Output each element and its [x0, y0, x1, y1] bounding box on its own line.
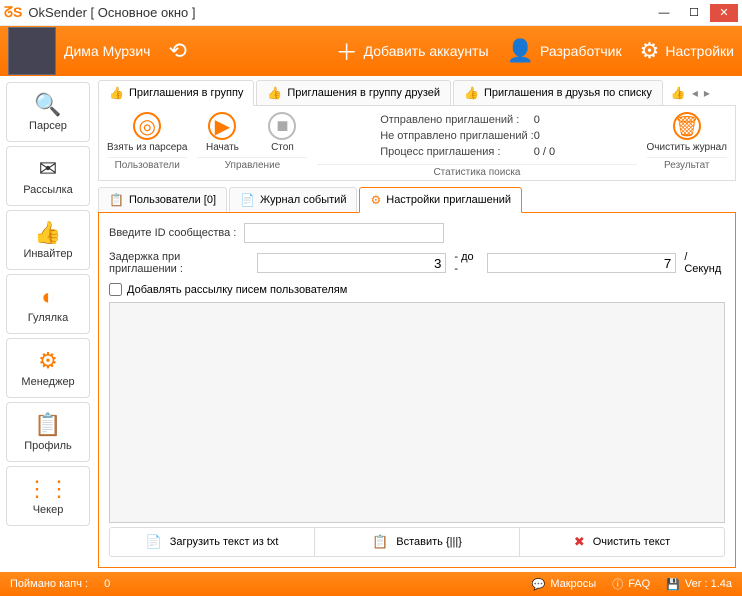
chat-icon: 💬 — [532, 578, 546, 591]
file-icon: 📄 — [146, 534, 162, 550]
start-button[interactable]: ▶ Начать — [197, 112, 247, 153]
delay-label: Задержка при приглашении : — [109, 251, 249, 275]
message-textarea[interactable] — [109, 302, 725, 523]
sidebar-mailing[interactable]: ✉Рассылка — [6, 146, 90, 206]
maximize-button[interactable]: ☐ — [680, 4, 708, 22]
target-icon: ◎ — [133, 112, 161, 140]
tab-group-invites[interactable]: 👍Приглашения в группу — [98, 80, 254, 106]
add-mailing-checkbox[interactable] — [109, 283, 122, 296]
stats-sent-label: Отправлено приглашений : — [380, 114, 534, 126]
thumb-icon: 👍 — [464, 86, 479, 100]
close-button[interactable]: ✕ — [710, 4, 738, 22]
person-icon: 👤 — [507, 38, 534, 64]
clipboard-icon: 📋 — [34, 412, 61, 438]
refresh-button[interactable]: ⟲ — [168, 38, 186, 64]
grid-icon: ⋮⋮ — [26, 476, 70, 502]
sidebar-profile[interactable]: 📋Профиль — [6, 402, 90, 462]
take-from-parser-button[interactable]: ◎ Взять из парсера — [107, 112, 187, 153]
community-id-label: Введите ID сообщества : — [109, 227, 236, 239]
paste-icon: 📋 — [372, 534, 388, 550]
info-icon: ⓘ — [612, 576, 623, 592]
macros-button[interactable]: 💬Макросы — [532, 578, 597, 591]
faq-button[interactable]: ⓘFAQ — [612, 576, 650, 592]
sidebar-manager[interactable]: ⚙Менеджер — [6, 338, 90, 398]
insert-spintax-button[interactable]: 📋Вставить {|||} — [315, 528, 520, 556]
pacman-icon: ◐ — [41, 284, 54, 310]
sidebar-parser[interactable]: 🔍Парсер — [6, 82, 90, 142]
sidebar: 🔍Парсер ✉Рассылка 👍Инвайтер ◐Гулялка ⚙Ме… — [0, 76, 96, 572]
stop-icon: ■ — [268, 112, 296, 140]
top-tabstrip: 👍Приглашения в группу 👍Приглашения в гру… — [98, 80, 736, 106]
trash-icon: 🗑 — [673, 112, 701, 140]
minimize-button[interactable]: — — [650, 4, 678, 22]
tab-scroll-left[interactable]: ◂ — [692, 86, 698, 100]
sliders-icon: ⚙ — [38, 348, 58, 374]
settings-panel: Введите ID сообщества : Задержка при при… — [98, 213, 736, 568]
tab-friend-list-invites[interactable]: 👍Приглашения в друзья по списку — [453, 80, 663, 105]
settings-icon: ⚙ — [370, 193, 381, 207]
clear-text-button[interactable]: ✖Очистить текст — [520, 528, 724, 556]
app-logo: ᘔS — [4, 4, 22, 21]
delay-to-input[interactable] — [487, 253, 676, 273]
subtab-log[interactable]: 📄Журнал событий — [229, 187, 357, 212]
gear-icon: ⚙ — [640, 38, 660, 64]
stats-sent-value: 0 — [534, 114, 574, 126]
play-icon: ▶ — [208, 112, 236, 140]
ribbon: ◎ Взять из парсера Пользователи ▶ Начать… — [98, 106, 736, 181]
window-title: OkSender [ Основное окно ] — [28, 5, 195, 20]
add-mailing-label: Добавлять рассылку писем пользователям — [127, 284, 347, 296]
plus-icon: ＋ — [336, 35, 358, 67]
thumb-icon: 👍 — [109, 86, 124, 100]
tab-scroll-right[interactable]: ▸ — [704, 86, 710, 100]
thumb-icon: 👍 — [671, 86, 686, 100]
sidebar-checker[interactable]: ⋮⋮Чекер — [6, 466, 90, 526]
delay-unit: / Секунд — [684, 251, 725, 275]
settings-button[interactable]: ⚙Настройки — [640, 38, 734, 64]
log-icon: 📄 — [240, 193, 255, 207]
mail-icon: ✉ — [39, 156, 57, 182]
search-icon: 🔍 — [34, 92, 61, 118]
delay-from-input[interactable] — [257, 253, 446, 273]
user-avatar — [8, 27, 56, 75]
captcha-value: 0 — [104, 578, 110, 590]
clear-log-button[interactable]: 🗑 Очистить журнал — [647, 112, 727, 153]
subtab-users[interactable]: 📋Пользователи [0] — [98, 187, 227, 212]
stats-process-value: 0 / 0 — [534, 146, 574, 158]
sidebar-inviter[interactable]: 👍Инвайтер — [6, 210, 90, 270]
add-accounts-button[interactable]: ＋Добавить аккаунты — [336, 35, 489, 67]
load-text-button[interactable]: 📄Загрузить текст из txt — [110, 528, 315, 556]
delay-sep: - до - — [454, 251, 479, 275]
sidebar-walker[interactable]: ◐Гулялка — [6, 274, 90, 334]
sub-tabstrip: 📋Пользователи [0] 📄Журнал событий ⚙Настр… — [98, 187, 736, 213]
developer-button[interactable]: 👤Разработчик — [507, 38, 622, 64]
tab-group-friends-invites[interactable]: 👍Приглашения в группу друзей — [256, 80, 451, 105]
disk-icon: 💾 — [666, 578, 680, 591]
thumb-icon: 👍 — [267, 86, 282, 100]
stop-button[interactable]: ■ Стоп — [257, 112, 307, 153]
x-icon: ✖ — [574, 534, 585, 550]
captcha-label: Поймано капч : — [10, 578, 88, 590]
community-id-input[interactable] — [244, 223, 444, 243]
stats-process-label: Процесс приглашения : — [380, 146, 534, 158]
users-icon: 📋 — [109, 193, 124, 207]
username-label: Дима Мурзич — [64, 43, 150, 59]
version-label: 💾Ver : 1.4a — [666, 578, 732, 591]
subtab-settings[interactable]: ⚙Настройки приглашений — [359, 187, 522, 213]
stats-notsent-label: Не отправлено приглашений : — [380, 130, 534, 142]
stats-notsent-value: 0 — [534, 130, 574, 142]
thumb-icon: 👍 — [34, 220, 61, 246]
refresh-icon: ⟲ — [168, 38, 186, 64]
